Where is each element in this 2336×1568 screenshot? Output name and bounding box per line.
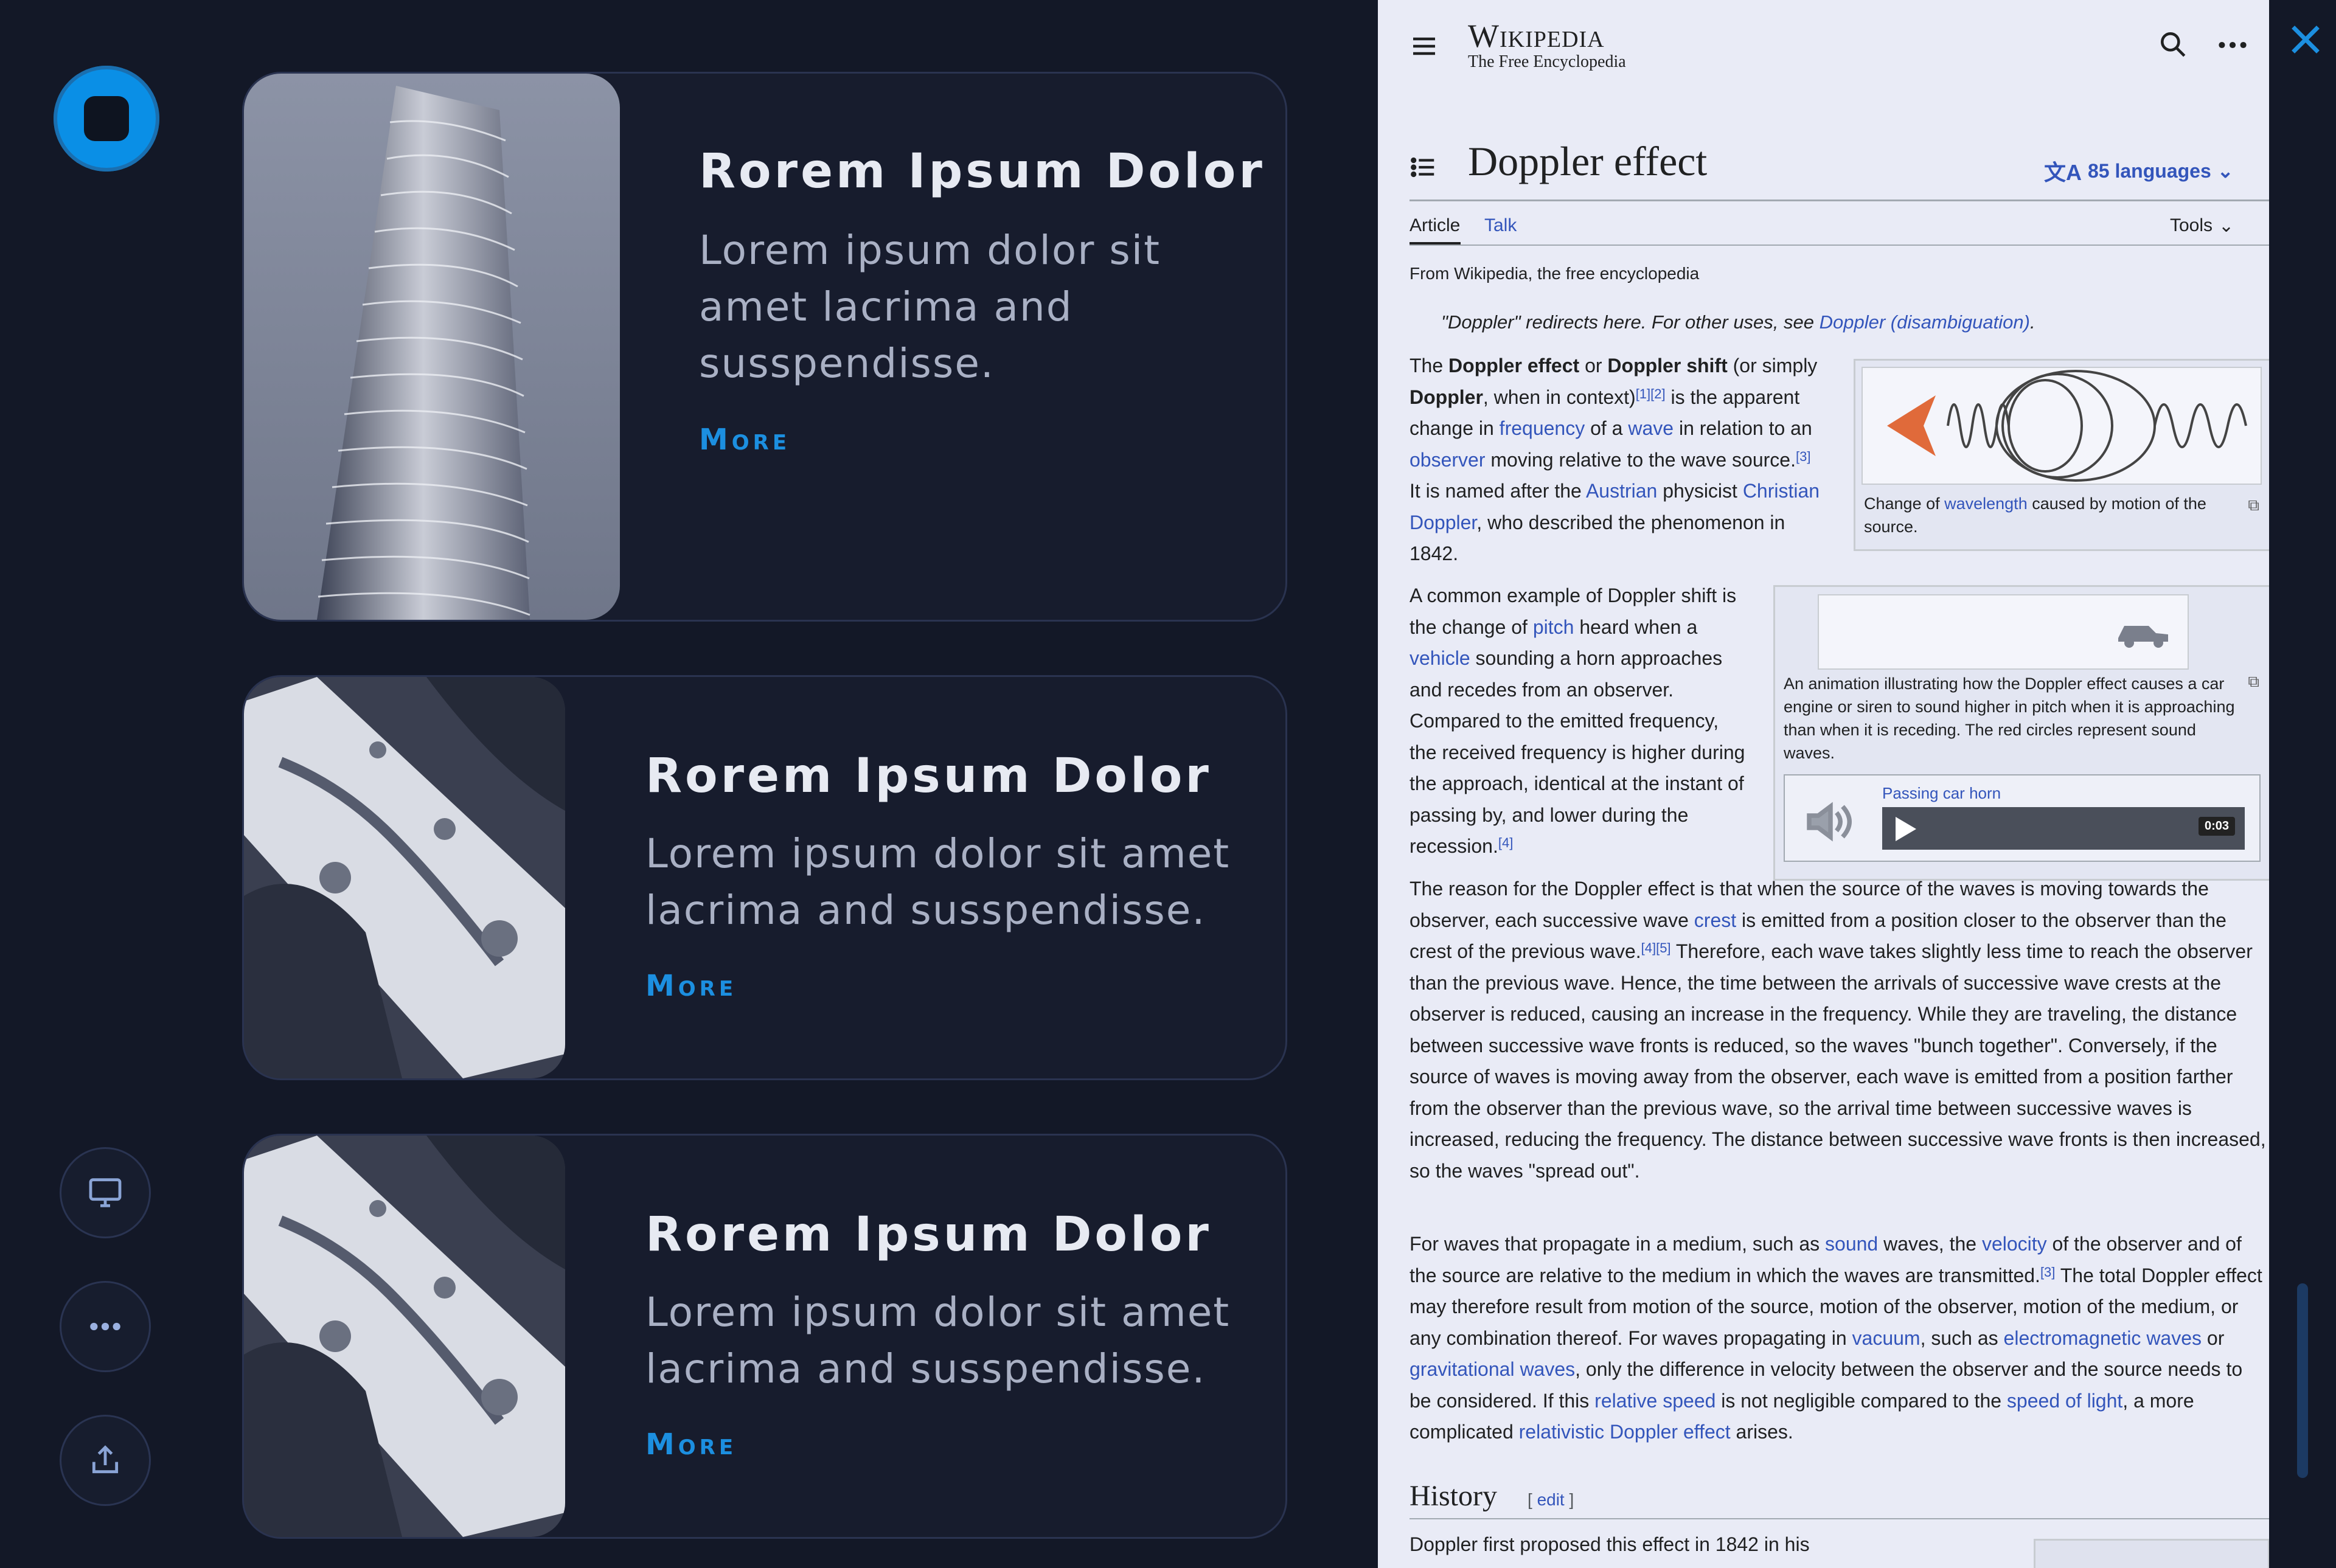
car-icon <box>2118 626 2168 648</box>
audio-title[interactable]: Passing car horn <box>1882 784 2001 803</box>
more-options-icon[interactable] <box>2216 32 2249 58</box>
card-image <box>244 677 565 1078</box>
edit-section[interactable]: [ edit ] <box>1528 1490 1574 1510</box>
logo-tagline: The Free Encyclopedia <box>1468 52 1626 71</box>
panel-scrollbar[interactable] <box>2297 1283 2308 1478</box>
wikipedia-panel: Wikipedia The Free Encyclopedia Doppler … <box>1378 0 2269 1568</box>
tab-article[interactable]: Article <box>1410 215 1460 236</box>
logo-wordmark: Wikipedia <box>1468 18 1605 54</box>
close-icon[interactable] <box>2284 18 2327 61</box>
audio-player: Passing car horn 0:03 <box>1784 774 2261 862</box>
monitor-icon <box>89 1178 122 1207</box>
wavelength-figure: Change of wavelength caused by motion of… <box>1854 359 2269 551</box>
car-animation-figure: ⧉ An animation illustrating how the Dopp… <box>1773 585 2269 881</box>
card-description: Lorem ipsum dolor sit amet lacrima and s… <box>699 222 1161 392</box>
tab-talk[interactable]: Talk <box>1484 215 1517 236</box>
chevron-down-icon: ⌄ <box>2219 216 2234 236</box>
hatnote-text: "Doppler" redirects here. For other uses… <box>1441 311 1820 333</box>
disambiguation-link[interactable]: Doppler (disambiguation) <box>1820 311 2030 333</box>
figure-caption: Change of wavelength caused by motion of… <box>1864 492 2229 538</box>
page-title: Doppler effect <box>1468 138 1708 184</box>
audio-duration: 0:03 <box>2198 817 2235 836</box>
car-animation <box>1818 594 2189 670</box>
translate-icon: 文A <box>2044 160 2082 185</box>
reason-paragraph: The reason for the Doppler effect is tha… <box>1410 878 2266 1182</box>
card-description: Lorem ipsum dolor sit amet lacrima and s… <box>645 825 1230 938</box>
hatnote-text: . <box>2029 311 2035 333</box>
doppler-wave-diagram <box>1861 367 2262 485</box>
intro-paragraph: The Doppler effect or Doppler shift (or … <box>1410 355 1820 564</box>
history-figure <box>2034 1539 2269 1568</box>
search-icon[interactable] <box>2158 29 2188 60</box>
card-description-line: Lorem ipsum dolor sit amet <box>645 1289 1231 1336</box>
ellipsis-icon <box>90 1322 120 1331</box>
wikipedia-logo[interactable]: Wikipedia The Free Encyclopedia <box>1468 17 1626 72</box>
more-link[interactable]: More <box>645 1428 737 1462</box>
card-description-line: Lorem ipsum dolor sit <box>699 227 1161 274</box>
caption-text: Change of <box>1864 494 1945 513</box>
example-paragraph: A common example of Doppler shift is the… <box>1410 585 1745 857</box>
table-of-contents-icon[interactable] <box>1410 153 1437 181</box>
wavelength-link[interactable]: wavelength <box>1944 494 2028 513</box>
card[interactable]: Rorem Ipsum Dolor Lorem ipsum dolor sit … <box>242 72 1287 622</box>
more-link[interactable]: More <box>645 969 737 1003</box>
card-image <box>244 1136 565 1537</box>
enlarge-icon[interactable]: ⧉ <box>2248 672 2259 692</box>
card-description-line: lacrima and susspendisse. <box>645 887 1206 934</box>
figure-caption: An animation illustrating how the Dopple… <box>1784 675 2235 762</box>
tools-menu[interactable]: Tools ⌄ <box>2170 215 2234 237</box>
card-image <box>244 74 620 620</box>
card-title: Rorem Ipsum Dolor <box>645 749 1212 803</box>
card-title: Rorem Ipsum Dolor <box>699 144 1265 199</box>
display-button[interactable] <box>60 1147 151 1238</box>
share-icon <box>92 1445 119 1474</box>
play-icon[interactable] <box>1896 817 1916 841</box>
card-description-line: susspendisse. <box>699 340 995 387</box>
language-selector[interactable]: 文A 85 languages ⌄ <box>2044 155 2234 187</box>
stop-icon <box>84 96 129 141</box>
card-description-line: Lorem ipsum dolor sit amet <box>645 830 1231 877</box>
speaker-icon <box>1807 802 1852 842</box>
chevron-down-icon: ⌄ <box>2217 160 2234 182</box>
more-button[interactable] <box>60 1281 151 1372</box>
history-paragraph: Doppler first proposed this effect in 18… <box>1410 1533 1810 1555</box>
share-button[interactable] <box>60 1415 151 1506</box>
enlarge-icon[interactable]: ⧉ <box>2248 496 2259 515</box>
card[interactable]: Rorem Ipsum Dolor Lorem ipsum dolor sit … <box>242 675 1287 1080</box>
from-wikipedia-note: From Wikipedia, the free encyclopedia <box>1410 264 1700 283</box>
hatnote: "Doppler" redirects here. For other uses… <box>1441 311 2035 333</box>
language-count: 85 languages <box>2088 159 2211 182</box>
record-button[interactable] <box>54 66 159 172</box>
history-heading: History <box>1410 1480 1497 1512</box>
tools-label: Tools <box>2170 215 2213 235</box>
edit-link[interactable]: edit <box>1537 1490 1565 1509</box>
hamburger-menu-icon[interactable] <box>1410 32 1439 61</box>
card-description: Lorem ipsum dolor sit amet lacrima and s… <box>645 1284 1230 1397</box>
card-description-line: lacrima and susspendisse. <box>645 1345 1206 1392</box>
card-title: Rorem Ipsum Dolor <box>645 1207 1212 1262</box>
card[interactable]: Rorem Ipsum Dolor Lorem ipsum dolor sit … <box>242 1134 1287 1539</box>
audio-controls: 0:03 <box>1882 807 2245 850</box>
card-description-line: amet lacrima and <box>699 283 1073 330</box>
medium-paragraph: For waves that propagate in a medium, su… <box>1410 1233 2262 1443</box>
more-link[interactable]: More <box>699 423 790 457</box>
